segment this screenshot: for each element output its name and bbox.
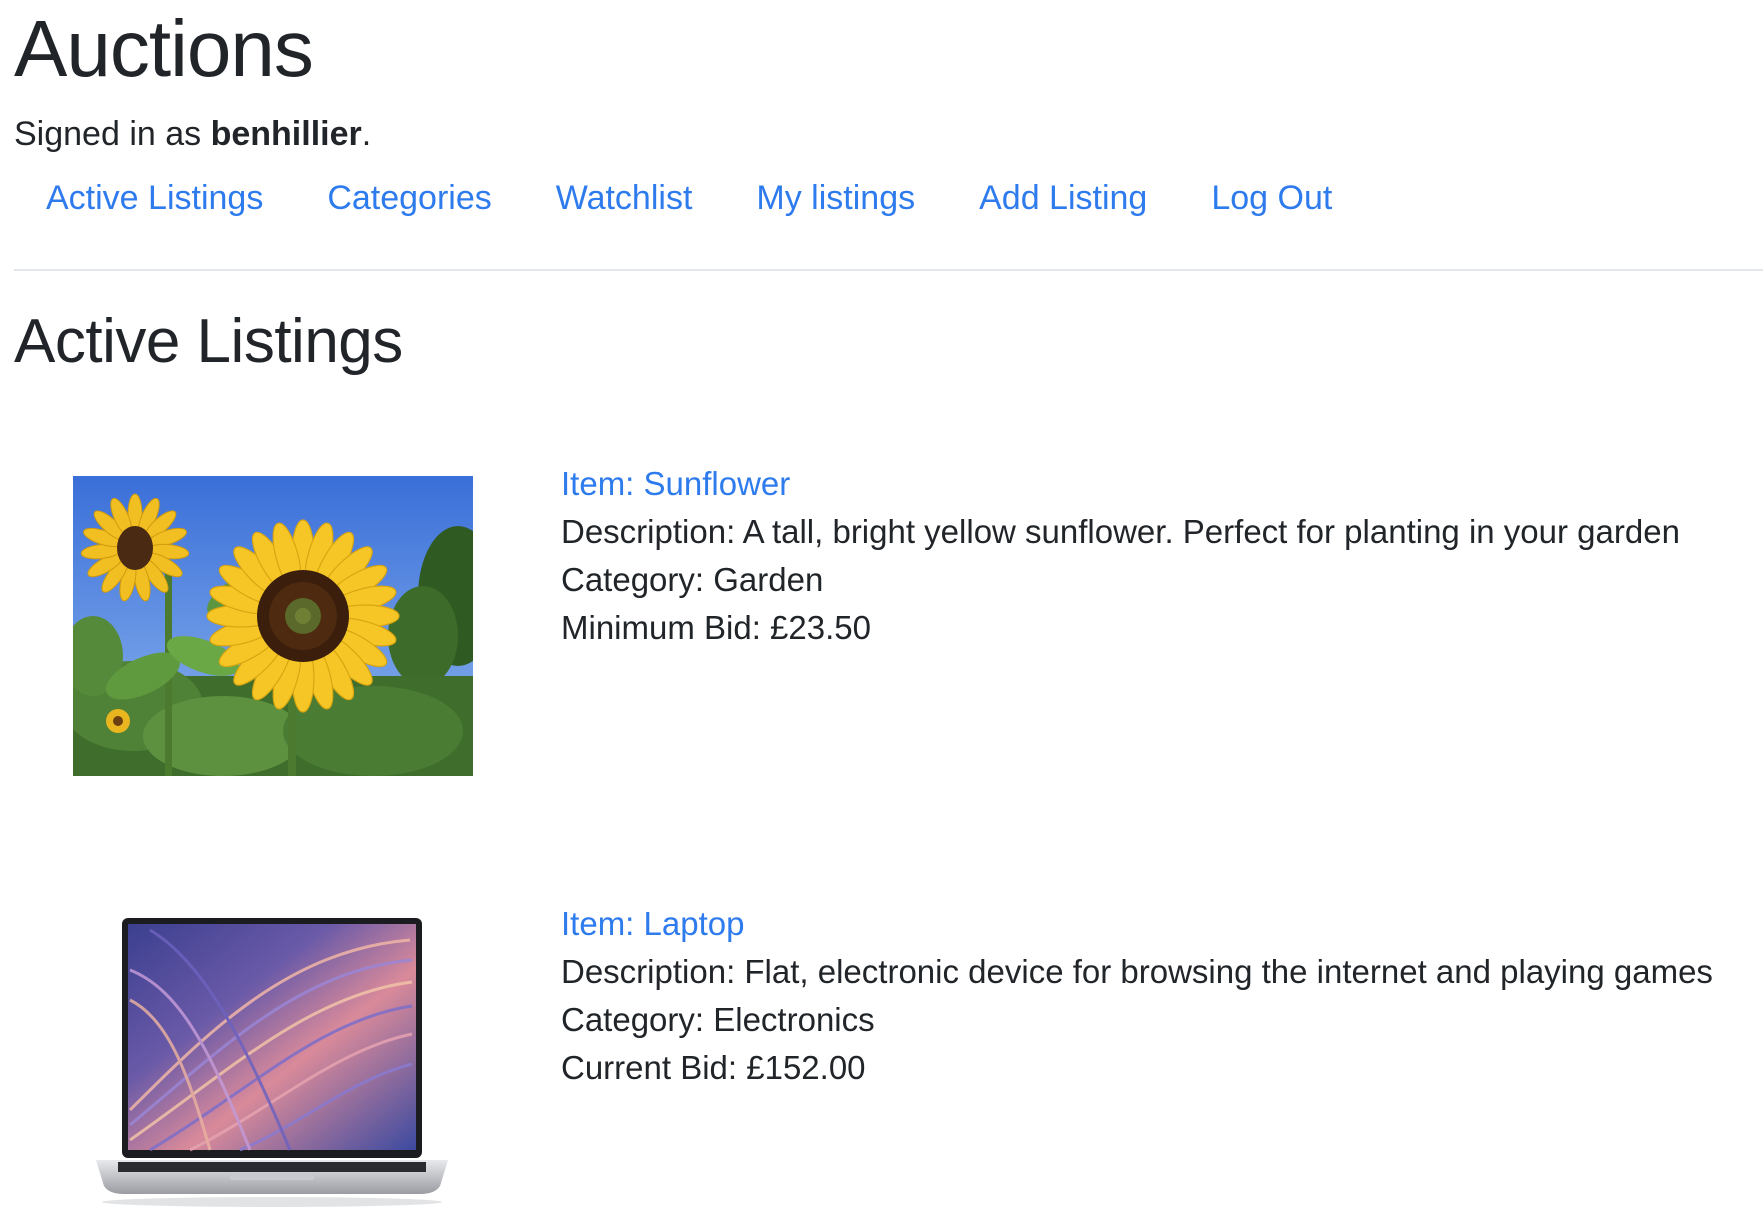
- listing-info: Item: Laptop Description: Flat, electron…: [561, 900, 1713, 1092]
- nav-active-listings[interactable]: Active Listings: [14, 176, 295, 220]
- page-heading: Active Listings: [14, 307, 403, 376]
- listing-bid: Minimum Bid: £23.50: [561, 609, 871, 646]
- listing-title-link[interactable]: Item: Sunflower: [561, 460, 1680, 508]
- listing-info: Item: Sunflower Description: A tall, bri…: [561, 460, 1680, 652]
- signed-in-status: Signed in as benhillier.: [14, 112, 371, 156]
- listing-bid: Current Bid: £152.00: [561, 1049, 866, 1086]
- laptop-photo[interactable]: [90, 910, 460, 1210]
- nav-log-out[interactable]: Log Out: [1179, 176, 1364, 220]
- listing-description: Description: Flat, electronic device for…: [561, 953, 1713, 990]
- sunflower-image: [63, 476, 498, 776]
- listing-category: Category: Garden: [561, 561, 824, 598]
- nav-my-listings[interactable]: My listings: [724, 176, 947, 220]
- signed-in-suffix: .: [361, 115, 372, 153]
- signed-in-prefix: Signed in as: [14, 115, 202, 153]
- nav-add-listing[interactable]: Add Listing: [947, 176, 1179, 220]
- listing-description: Description: A tall, bright yellow sunfl…: [561, 513, 1680, 550]
- username: benhillier: [210, 115, 362, 153]
- listing-title-link[interactable]: Item: Laptop: [561, 900, 1713, 948]
- main-nav: Active Listings Categories Watchlist My …: [14, 176, 1364, 220]
- laptop-image: [96, 918, 448, 1207]
- listing-category: Category: Electronics: [561, 1001, 875, 1038]
- nav-categories[interactable]: Categories: [295, 176, 523, 220]
- header-divider: [14, 269, 1763, 271]
- nav-watchlist[interactable]: Watchlist: [524, 176, 725, 220]
- page: Auctions Signed in as benhillier. Active…: [0, 0, 1763, 1222]
- sunflower-photo[interactable]: [63, 476, 498, 776]
- site-title: Auctions: [14, 4, 314, 93]
